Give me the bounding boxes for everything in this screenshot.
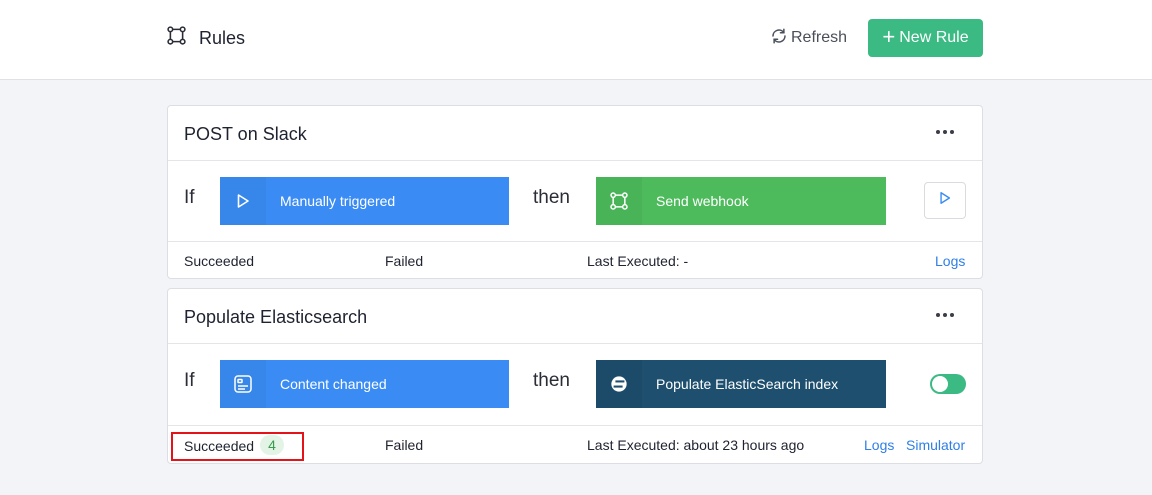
if-label: If [184,370,195,391]
highlight-box [171,432,304,461]
trigger-label: Manually triggered [280,193,396,209]
failed-label: Failed [385,437,424,453]
new-rule-label: New Rule [899,29,969,46]
rule-title: POST on Slack [184,124,307,144]
content-icon [220,360,266,408]
top-bar: Rules Refresh + New Rule [0,0,1152,80]
action-block[interactable]: Populate ElasticSearch index [596,360,886,408]
rules-icon [166,25,187,51]
rule-card: Populate Elasticsearch If Content change… [167,288,983,464]
play-icon [220,177,266,225]
simulator-link[interactable]: Simulator [906,437,965,453]
play-icon [938,191,952,210]
new-rule-button[interactable]: + New Rule [868,19,983,57]
action-label: Populate ElasticSearch index [656,376,839,392]
rule-flow: If Content changed then Populate Elastic… [168,344,982,426]
action-label: Send webhook [656,193,749,209]
more-options-icon[interactable] [936,308,954,322]
refresh-icon [770,27,791,50]
refresh-label: Refresh [791,29,848,46]
more-options-icon[interactable] [936,125,954,139]
rule-card-header: Populate Elasticsearch [168,289,982,344]
trigger-block[interactable]: Content changed [220,360,509,408]
logs-link[interactable]: Logs [864,437,894,453]
rule-card: POST on Slack If Manually triggered then… [167,105,983,279]
refresh-button[interactable]: Refresh [770,26,847,50]
trigger-block[interactable]: Manually triggered [220,177,509,225]
page-title: Rules [199,27,246,48]
page-title-group: Rules [166,25,245,51]
rule-flow: If Manually triggered then Send webhook [168,161,982,242]
rule-stats: Succeeded 4 Failed Last Executed: about … [168,426,982,465]
succeeded-label: Succeeded [184,253,255,269]
then-label: then [533,370,570,391]
plus-icon: + [882,24,896,49]
rule-card-header: POST on Slack [168,106,982,161]
then-label: then [533,187,570,208]
elasticsearch-icon [596,360,642,408]
run-rule-button[interactable] [924,182,966,219]
rule-stats: Succeeded Failed Last Executed: - Logs [168,242,982,280]
logs-link[interactable]: Logs [935,253,965,269]
last-executed: Last Executed: about 23 hours ago [587,437,805,453]
rule-title: Populate Elasticsearch [184,307,368,327]
last-executed: Last Executed: - [587,253,689,269]
if-label: If [184,187,195,208]
succeeded-stat: Succeeded [184,253,254,269]
failed-label: Failed [385,253,424,269]
webhook-icon [596,177,642,225]
action-block[interactable]: Send webhook [596,177,886,225]
rule-enabled-toggle[interactable] [930,374,966,394]
trigger-label: Content changed [280,376,387,392]
toggle-knob [932,376,948,392]
